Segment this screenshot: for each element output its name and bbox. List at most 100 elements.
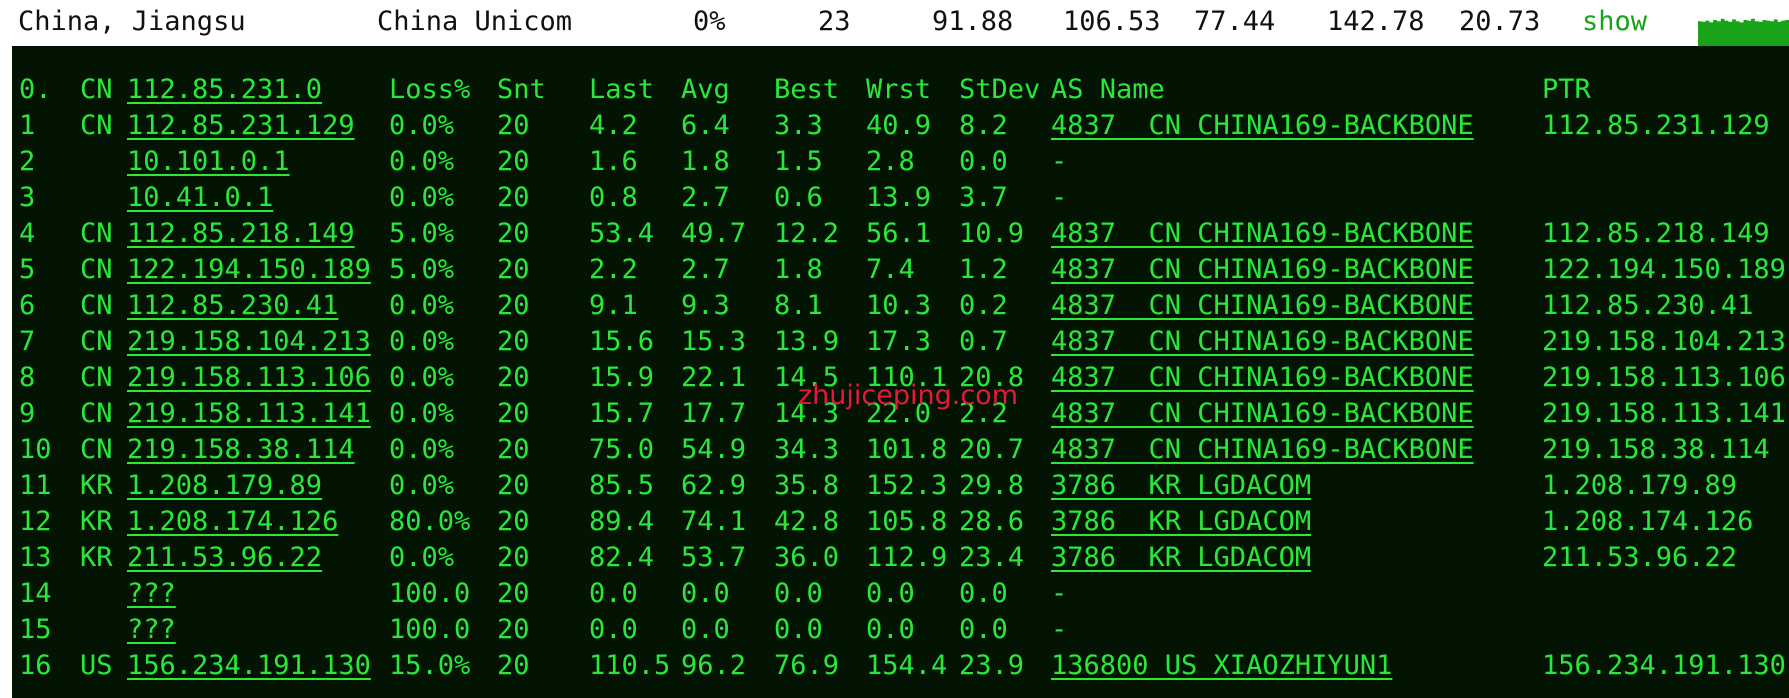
cell-last: 89.4 xyxy=(589,506,655,537)
cell-cc: KR xyxy=(80,470,113,501)
cell-stdev: 3.7 xyxy=(959,182,1008,213)
cell-cc: CN xyxy=(80,254,113,285)
cell-loss: 15.0% xyxy=(389,650,471,681)
header-snt: Snt xyxy=(497,74,546,105)
cell-avg: 0.0 xyxy=(681,614,730,645)
cell-as[interactable]: 4837 CN CHINA169-BACKBONE xyxy=(1051,108,1474,144)
cell-cc: CN xyxy=(80,326,113,357)
cell-as[interactable]: 136800 US XIAOZHIYUN1 xyxy=(1051,648,1392,684)
cell-stdev: 0.0 xyxy=(959,578,1008,609)
cell-hop: 7 xyxy=(19,326,36,357)
cell-ip[interactable]: 10.41.0.1 xyxy=(127,180,273,216)
cell-ip[interactable]: 112.85.231.129 xyxy=(127,108,355,144)
cell-best: 35.8 xyxy=(774,470,840,501)
table-row: 10 CN 219.158.38.114 0.0% 20 75.0 54.9 34.3 101.… xyxy=(12,432,1789,468)
cell-as[interactable]: 4837 CN CHINA169-BACKBONE xyxy=(1051,396,1474,432)
cell-snt: 20 xyxy=(497,182,530,213)
cell-as: - xyxy=(1051,182,1068,213)
latency-sparkline xyxy=(1698,0,1789,46)
header-wrst: Wrst xyxy=(866,74,932,105)
cell-hop: 12 xyxy=(19,506,52,537)
cell-last: 15.6 xyxy=(589,326,655,357)
cell-ip[interactable]: ??? xyxy=(127,576,176,612)
cell-as[interactable]: 3786 KR LGDACOM xyxy=(1051,504,1311,540)
cell-avg: 96.2 xyxy=(681,650,747,681)
cell-ip[interactable]: 1.208.179.89 xyxy=(127,468,322,504)
watermark-text: zhujiceping.com xyxy=(798,380,1018,411)
cell-ip[interactable]: 219.158.38.114 xyxy=(127,432,355,468)
cell-as[interactable]: 4837 CN CHINA169-BACKBONE xyxy=(1051,288,1474,324)
cell-ptr: 219.158.104.213 xyxy=(1542,326,1786,357)
summary-stdev: 20.73 xyxy=(1459,6,1541,37)
cell-loss: 80.0% xyxy=(389,506,471,537)
cell-snt: 20 xyxy=(497,110,530,141)
cell-ip[interactable]: 219.158.113.141 xyxy=(127,396,371,432)
cell-ip[interactable]: 1.208.174.126 xyxy=(127,504,338,540)
cell-wrst: 0.0 xyxy=(866,614,915,645)
cell-cc: KR xyxy=(80,506,113,537)
summary-last: 91.88 xyxy=(932,6,1014,37)
cell-as[interactable]: 4837 CN CHINA169-BACKBONE xyxy=(1051,324,1474,360)
cell-ip[interactable]: 112.85.230.41 xyxy=(127,288,338,324)
cell-avg: 53.7 xyxy=(681,542,747,573)
cell-stdev: 0.7 xyxy=(959,326,1008,357)
cell-hop: 1 xyxy=(19,110,36,141)
cell-avg: 49.7 xyxy=(681,218,747,249)
cell-cc: CN xyxy=(80,434,113,465)
table-row: 13 KR 211.53.96.22 0.0% 20 82.4 53.7 36.0 112.9 2… xyxy=(12,540,1789,576)
cell-wrst: 17.3 xyxy=(866,326,932,357)
cell-ptr: 211.53.96.22 xyxy=(1542,542,1738,573)
cell-avg: 6.4 xyxy=(681,110,730,141)
cell-avg: 22.1 xyxy=(681,362,747,393)
cell-ptr: 219.158.113.141 xyxy=(1542,398,1786,429)
cell-as[interactable]: 3786 KR LGDACOM xyxy=(1051,468,1311,504)
summary-best: 77.44 xyxy=(1194,6,1276,37)
cell-ip[interactable]: 219.158.113.106 xyxy=(127,360,371,396)
cell-last: 15.9 xyxy=(589,362,655,393)
cell-avg: 1.8 xyxy=(681,146,730,177)
cell-last: 2.2 xyxy=(589,254,638,285)
cell-ptr: 1.208.179.89 xyxy=(1542,470,1738,501)
cell-as[interactable]: 4837 CN CHINA169-BACKBONE xyxy=(1051,360,1474,396)
cell-as[interactable]: 4837 CN CHINA169-BACKBONE xyxy=(1051,252,1474,288)
cell-snt: 20 xyxy=(497,254,530,285)
cell-best: 1.5 xyxy=(774,146,823,177)
mtr-terminal: 0. CN 112.85.231.0 Loss% Snt Last Avg Best Wrst S… xyxy=(12,46,1789,698)
cell-ptr: 219.158.113.106 xyxy=(1542,362,1786,393)
cell-snt: 20 xyxy=(497,506,530,537)
sparkline-area xyxy=(1698,18,1789,46)
cell-snt: 20 xyxy=(497,290,530,321)
cell-cc: CN xyxy=(80,110,113,141)
cell-wrst: 152.3 xyxy=(866,470,948,501)
cell-as[interactable]: 4837 CN CHINA169-BACKBONE xyxy=(1051,216,1474,252)
cell-cc: CN xyxy=(80,398,113,429)
show-link[interactable]: show xyxy=(1582,6,1647,37)
cell-ptr: 219.158.38.114 xyxy=(1542,434,1770,465)
cell-as[interactable]: 4837 CN CHINA169-BACKBONE xyxy=(1051,432,1474,468)
cell-ip[interactable]: ??? xyxy=(127,612,176,648)
cell-ip[interactable]: 112.85.218.149 xyxy=(127,216,355,252)
cell-ip[interactable]: 156.234.191.130 xyxy=(127,648,371,684)
cell-ptr: 112.85.230.41 xyxy=(1542,290,1754,321)
cell-loss: 5.0% xyxy=(389,218,455,249)
cell-best: 3.3 xyxy=(774,110,823,141)
table-row: 6 CN 112.85.230.41 0.0% 20 9.1 9.3 8.1 10.3 0.2 48… xyxy=(12,288,1789,324)
cell-best: 1.8 xyxy=(774,254,823,285)
cell-ip[interactable]: 122.194.150.189 xyxy=(127,252,371,288)
cell-hop: 9 xyxy=(19,398,36,429)
cell-loss: 0.0% xyxy=(389,542,455,573)
cell-wrst: 10.3 xyxy=(866,290,932,321)
cell-ip[interactable]: 10.101.0.1 xyxy=(127,144,290,180)
cell-as[interactable]: 3786 KR LGDACOM xyxy=(1051,540,1311,576)
header-ip[interactable]: 112.85.231.0 xyxy=(127,72,322,108)
cell-hop: 5 xyxy=(19,254,36,285)
cell-last: 15.7 xyxy=(589,398,655,429)
cell-ip[interactable]: 211.53.96.22 xyxy=(127,540,322,576)
cell-avg: 2.7 xyxy=(681,254,730,285)
cell-ip[interactable]: 219.158.104.213 xyxy=(127,324,371,360)
header-avg: Avg xyxy=(681,74,730,105)
header-as: AS Name xyxy=(1051,74,1165,105)
cell-wrst: 56.1 xyxy=(866,218,932,249)
cell-best: 12.2 xyxy=(774,218,840,249)
cell-last: 4.2 xyxy=(589,110,638,141)
